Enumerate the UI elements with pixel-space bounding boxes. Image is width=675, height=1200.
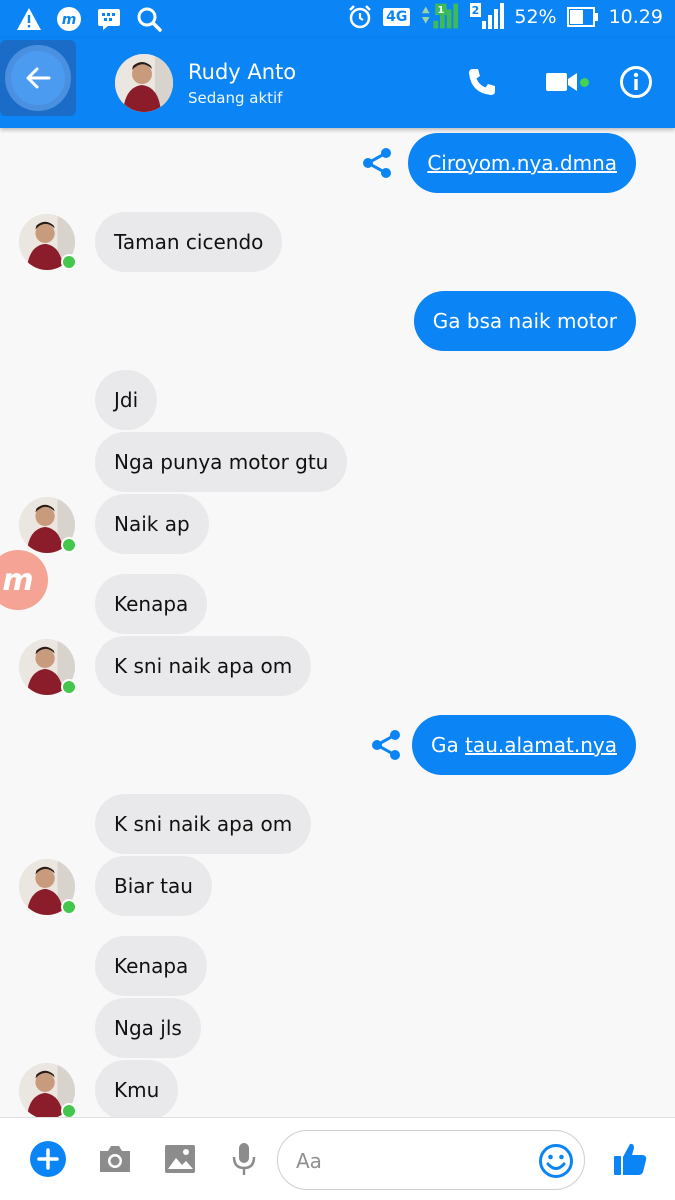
online-dot xyxy=(61,679,77,695)
camera-icon xyxy=(100,1146,130,1172)
message-text: Ga xyxy=(430,733,459,757)
back-arrow-icon xyxy=(26,67,51,89)
online-indicator xyxy=(580,78,589,87)
call-button[interactable] xyxy=(460,60,504,104)
message-bubble-outgoing[interactable]: Ga bsa naik motor xyxy=(413,291,636,351)
message-bubble-outgoing[interactable]: Ciroyom.nya.dmna xyxy=(408,133,636,193)
info-icon xyxy=(620,66,652,98)
avatar[interactable] xyxy=(19,859,77,915)
messenger-icon: m xyxy=(56,6,82,32)
svg-text:2: 2 xyxy=(472,4,480,17)
add-button[interactable] xyxy=(28,1139,68,1179)
avatar[interactable] xyxy=(19,639,77,695)
contact-avatar[interactable] xyxy=(115,54,173,112)
avatar[interactable] xyxy=(19,497,77,553)
svg-text:m: m xyxy=(62,12,77,28)
message-input[interactable] xyxy=(296,1146,536,1176)
clock: 10.29 xyxy=(608,6,663,28)
message-bubble-incoming[interactable]: Kenapa xyxy=(95,936,208,996)
message-link[interactable]: Ciroyom.nya.dmna xyxy=(427,151,617,175)
message-bubble-incoming[interactable]: Kmu xyxy=(95,1060,179,1120)
message-bubble-incoming[interactable]: Biar tau xyxy=(95,856,212,916)
online-dot xyxy=(61,537,77,553)
chat-header: Rudy Anto Sedang aktif xyxy=(0,38,675,128)
image-icon xyxy=(165,1145,195,1173)
message-bubble-incoming[interactable]: Nga jls xyxy=(95,998,201,1058)
status-bar: m 4G 1 2 52% 10.29 xyxy=(0,0,675,38)
contact-name: Rudy Anto xyxy=(188,60,297,84)
floating-messenger-icon[interactable]: m xyxy=(0,550,48,610)
message-bubble-incoming[interactable]: Jdi xyxy=(95,370,158,430)
like-button[interactable] xyxy=(610,1139,650,1179)
message-link[interactable]: tau.alamat.nya xyxy=(465,733,617,757)
avatar[interactable] xyxy=(19,1063,77,1119)
voice-button[interactable] xyxy=(224,1139,264,1179)
plus-icon xyxy=(30,1141,66,1177)
message-input-container[interactable] xyxy=(277,1130,585,1190)
info-button[interactable] xyxy=(614,60,658,104)
camera-button[interactable] xyxy=(95,1139,135,1179)
emoji-icon[interactable] xyxy=(538,1143,574,1179)
signal-2-icon: 2 xyxy=(470,3,505,30)
share-icon[interactable] xyxy=(369,728,403,762)
contact-status: Sedang aktif xyxy=(188,89,283,107)
svg-text:1: 1 xyxy=(438,5,445,16)
message-bubble-outgoing[interactable]: Ga tau.alamat.nya xyxy=(411,715,636,775)
warning-icon xyxy=(16,6,42,32)
share-icon[interactable] xyxy=(360,146,394,180)
search-icon xyxy=(136,6,162,32)
network-type: 4G xyxy=(383,8,411,26)
signal-icon: 1 xyxy=(420,3,460,30)
mic-icon xyxy=(232,1143,256,1175)
svg-text:m: m xyxy=(2,565,33,595)
video-call-button[interactable] xyxy=(540,60,584,104)
video-icon xyxy=(546,73,577,91)
battery-percent: 52% xyxy=(514,6,557,28)
online-dot xyxy=(61,899,77,915)
gallery-button[interactable] xyxy=(160,1139,200,1179)
phone-icon xyxy=(469,69,495,95)
back-button[interactable] xyxy=(0,40,76,116)
battery-icon xyxy=(566,4,599,30)
bbm-icon xyxy=(96,6,122,32)
alarm-icon xyxy=(347,4,373,30)
composer-bar xyxy=(0,1117,675,1200)
message-bubble-incoming[interactable]: Kenapa xyxy=(95,574,208,634)
message-bubble-incoming[interactable]: Taman cicendo xyxy=(95,212,283,272)
thumbs-up-icon xyxy=(614,1143,647,1175)
avatar[interactable] xyxy=(19,214,77,270)
online-dot xyxy=(61,254,77,270)
message-bubble-incoming[interactable]: Naik ap xyxy=(95,494,209,554)
message-bubble-incoming[interactable]: Nga punya motor gtu xyxy=(95,432,348,492)
message-bubble-incoming[interactable]: K sni naik apa om xyxy=(95,636,312,696)
message-bubble-incoming[interactable]: K sni naik apa om xyxy=(95,794,312,854)
